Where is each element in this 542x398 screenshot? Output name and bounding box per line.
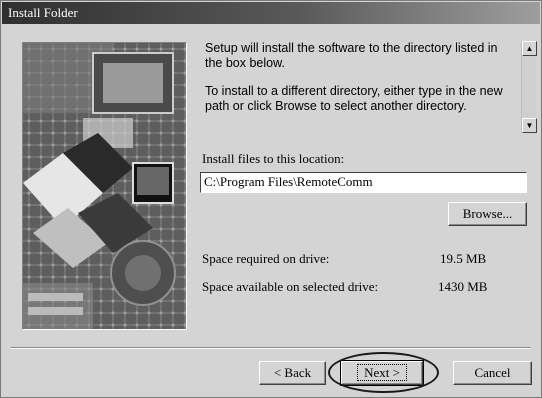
footer-divider xyxy=(11,347,531,349)
cancel-button-label: Cancel xyxy=(474,365,511,380)
space-available-label: Space available on selected drive: xyxy=(202,279,379,294)
scroll-down-icon: ▼ xyxy=(525,121,534,130)
space-required-value: 19.5 MB xyxy=(440,251,487,266)
space-required-label: Space required on drive: xyxy=(202,251,330,266)
install-folder-dialog: Install Folder Setup will install the so… xyxy=(0,0,542,398)
info-line-2: To install to a different directory, eit… xyxy=(205,84,503,113)
install-path-field[interactable]: C:\Program Files\RemoteComm xyxy=(200,172,527,193)
back-button[interactable]: < Back xyxy=(259,361,326,385)
browse-button-label: Browse... xyxy=(462,206,513,221)
info-text: Setup will install the software to the d… xyxy=(205,41,515,127)
setup-banner-image xyxy=(22,42,187,330)
scroll-down-button[interactable]: ▼ xyxy=(522,118,537,133)
info-text-box: Setup will install the software to the d… xyxy=(201,39,539,137)
back-button-label: < Back xyxy=(273,365,312,380)
scroll-up-icon: ▲ xyxy=(525,44,534,53)
next-button-label: Next > xyxy=(357,364,407,381)
cancel-button[interactable]: Cancel xyxy=(453,361,532,385)
install-location-label: Install files to this location: xyxy=(202,151,345,166)
info-line-1: Setup will install the software to the d… xyxy=(205,41,498,70)
next-button[interactable]: Next > xyxy=(340,360,424,386)
window-title: Install Folder xyxy=(8,5,78,20)
space-available-value: 1430 MB xyxy=(438,279,488,294)
info-scrollbar[interactable]: ▲ ▼ xyxy=(521,41,537,133)
title-bar: Install Folder xyxy=(2,2,540,24)
browse-button[interactable]: Browse... xyxy=(448,202,527,226)
scroll-up-button[interactable]: ▲ xyxy=(522,41,537,56)
